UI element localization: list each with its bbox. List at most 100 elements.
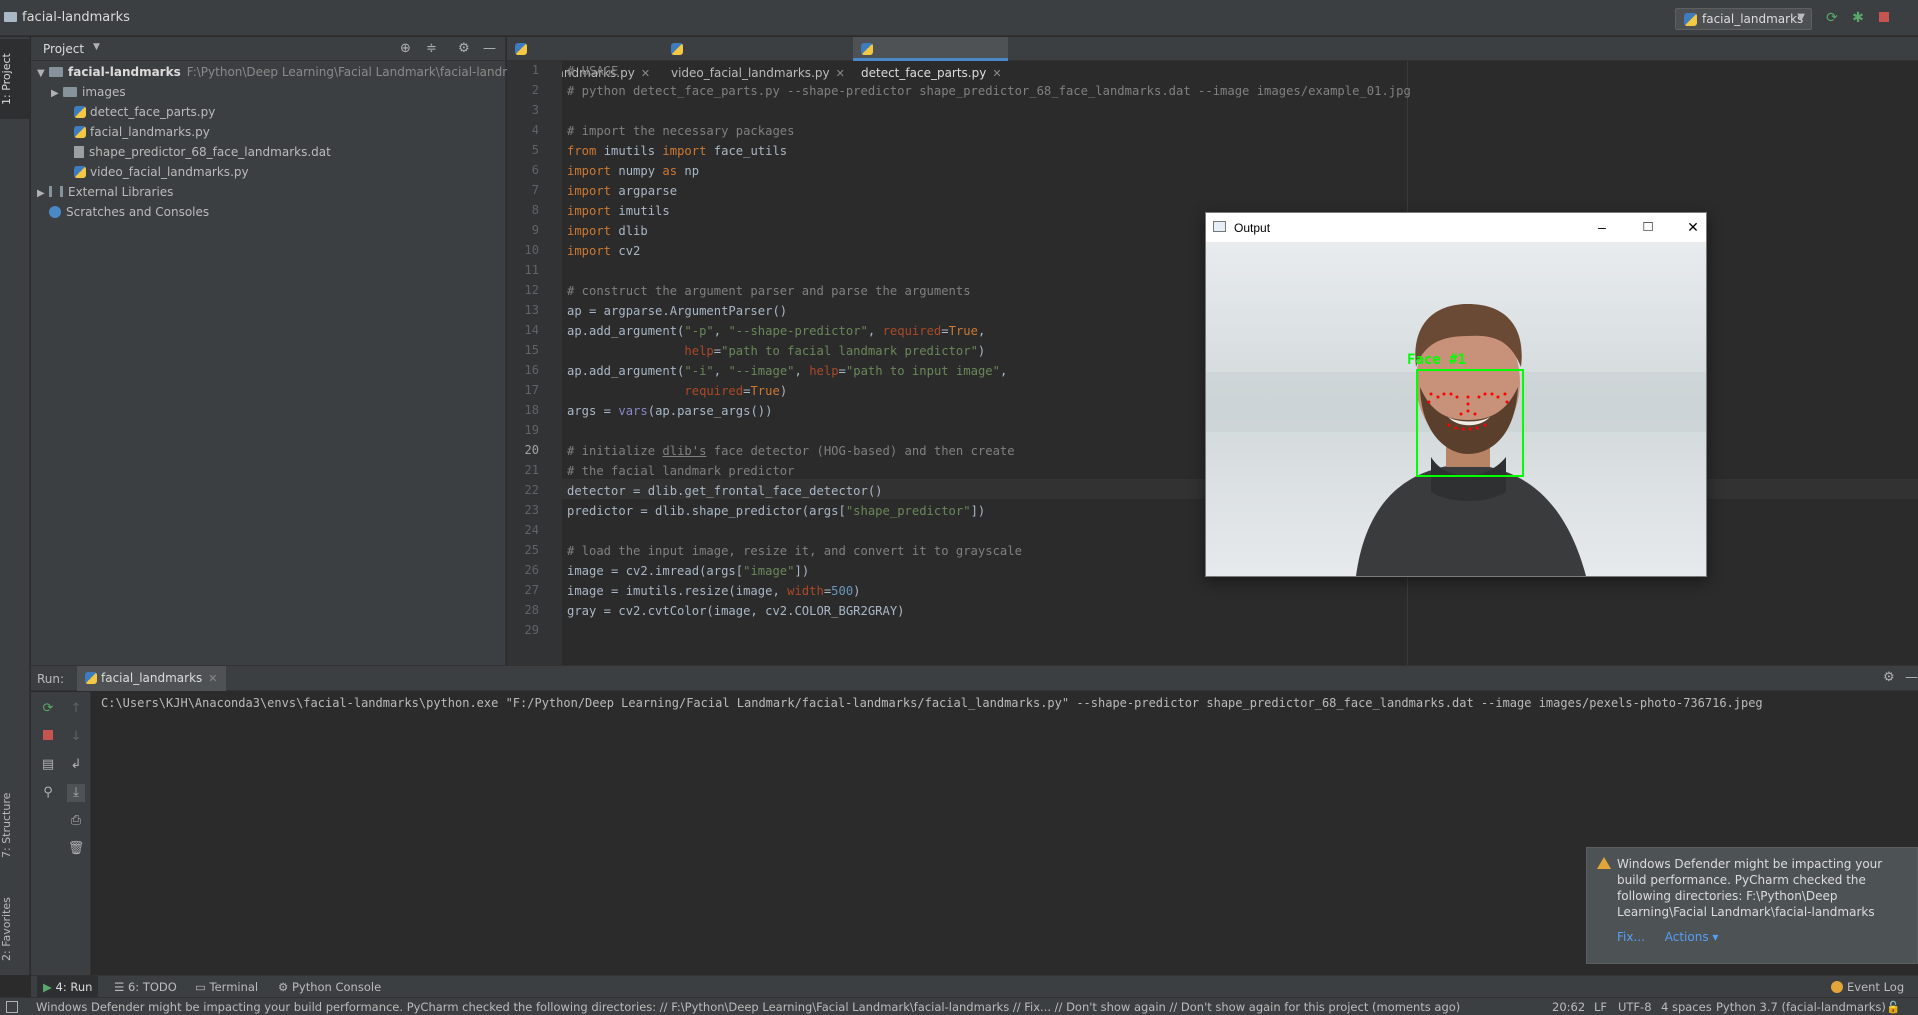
- line-number: 16: [524, 363, 539, 377]
- tree-label: facial_landmarks.py: [90, 125, 210, 139]
- tree-item-scratches[interactable]: Scratches and Consoles: [49, 202, 209, 222]
- line-number: 18: [524, 403, 539, 417]
- line-number: 14: [524, 323, 539, 337]
- close-button[interactable]: ✕: [1678, 216, 1708, 238]
- tree-item-project-root[interactable]: ▼ facial-landmarks F:\Python\Deep Learning…: [37, 62, 539, 82]
- output-window[interactable]: Output – □ ✕ Face #1: [1205, 212, 1707, 577]
- rerun-icon[interactable]: ⟳: [39, 700, 57, 718]
- tab-terminal[interactable]: ▭ Terminal: [195, 976, 258, 998]
- tree-item-facial-landmarks[interactable]: facial_landmarks.py: [74, 122, 210, 142]
- tab-terminal-label: Terminal: [209, 980, 259, 994]
- code-line: args = vars(ap.parse_args()): [567, 404, 773, 418]
- tab-python-console[interactable]: ⚙ Python Console: [278, 976, 381, 998]
- tree-item-shape-predictor[interactable]: shape_predictor_68_face_landmarks.dat: [74, 142, 331, 162]
- debug-icon[interactable]: ✱: [1850, 10, 1866, 26]
- stop-button[interactable]: [1876, 10, 1892, 26]
- gear-icon[interactable]: ⚙: [1883, 670, 1895, 685]
- code-line: # load the input image, resize it, and c…: [567, 544, 1022, 558]
- tab-event-log[interactable]: Event Log: [1831, 976, 1904, 998]
- line-number: 20: [524, 443, 539, 457]
- tree-label: images: [82, 85, 126, 99]
- line-number: 25: [524, 543, 539, 557]
- code-line: import argparse: [567, 184, 678, 198]
- face-photo: Face #1: [1206, 242, 1706, 576]
- tree-label: External Libraries: [68, 185, 174, 199]
- line-number: 5: [531, 143, 539, 157]
- console-output[interactable]: C:\Users\KJH\Anaconda3\envs\facial-landm…: [101, 696, 1763, 710]
- minimize-button[interactable]: –: [1587, 216, 1617, 238]
- python-interpreter[interactable]: Python 3.7 (facial-landmarks): [1716, 999, 1886, 1015]
- windows-defender-notification[interactable]: Windows Defender might be impacting your…: [1586, 847, 1918, 964]
- indent-setting[interactable]: 4 spaces: [1661, 999, 1712, 1015]
- chevron-down-icon[interactable]: ▼: [37, 64, 49, 84]
- tab-detect-face-parts[interactable]: detect_face_parts.py ✕: [853, 37, 1008, 80]
- run-configuration-select[interactable]: facial_landmarks ▼: [1675, 8, 1812, 30]
- arrow-down-icon[interactable]: ↓: [67, 728, 85, 746]
- code-line: # construct the argument parser and pars…: [567, 284, 971, 298]
- chevron-right-icon[interactable]: ▶: [37, 184, 49, 204]
- code-line: ap = argparse.ArgumentParser(): [567, 304, 788, 318]
- code-line: ap.add_argument("-p", "--shape-predictor…: [567, 324, 986, 338]
- hide-icon[interactable]: —: [483, 41, 496, 56]
- line-number: 12: [524, 283, 539, 297]
- code-line: ap.add_argument("-i", "--image", help="p…: [567, 364, 1008, 378]
- line-number: 27: [524, 583, 539, 597]
- run-config-label: facial_landmarks: [1702, 12, 1804, 26]
- chevron-down-icon[interactable]: ▼: [93, 42, 100, 52]
- structure-tool-tab[interactable]: 7: Structure: [0, 785, 30, 865]
- code-line: from imutils import face_utils: [567, 144, 788, 158]
- pin-icon[interactable]: ⚲: [39, 784, 57, 802]
- locate-icon[interactable]: ⊕: [400, 41, 411, 56]
- print-icon[interactable]: ⎙: [67, 812, 85, 830]
- fix-link[interactable]: Fix...: [1617, 930, 1645, 944]
- tree-path-hint: F:\Python\Deep Learning\Facial Landmark\…: [186, 65, 540, 79]
- folder-icon: [49, 67, 63, 77]
- collapse-all-icon[interactable]: ≑: [426, 41, 437, 56]
- project-breadcrumb[interactable]: facial-landmarks: [22, 10, 130, 25]
- scroll-to-end-icon[interactable]: ⤓: [67, 784, 85, 802]
- project-view-select[interactable]: Project: [43, 42, 84, 56]
- line-number: 2: [531, 83, 539, 97]
- caret-position[interactable]: 20:62: [1552, 999, 1585, 1015]
- code-line: # the facial landmark predictor: [567, 464, 795, 478]
- file-encoding[interactable]: UTF-8: [1618, 999, 1652, 1015]
- tab-video-facial-landmarks[interactable]: video_facial_landmarks.py ✕: [663, 37, 853, 80]
- actions-link[interactable]: Actions ▾: [1665, 930, 1719, 944]
- chevron-right-icon[interactable]: ▶: [51, 84, 63, 104]
- code-line: detector = dlib.get_frontal_face_detecto…: [567, 484, 883, 498]
- maximize-button[interactable]: □: [1633, 216, 1663, 238]
- close-icon[interactable]: ✕: [208, 672, 217, 685]
- favorites-tool-tab[interactable]: 2: Favorites: [0, 889, 30, 969]
- project-tool-tab[interactable]: 1: Project: [0, 39, 30, 119]
- toggle-tool-windows-icon[interactable]: [6, 1001, 18, 1013]
- tree-item-external-libraries[interactable]: ▶ External Libraries: [37, 182, 173, 202]
- tab-run[interactable]: ▶ 4: Run: [37, 976, 99, 998]
- status-message[interactable]: Windows Defender might be impacting your…: [36, 999, 1460, 1015]
- gear-icon[interactable]: ⚙: [458, 41, 470, 56]
- python-icon: [1684, 13, 1697, 26]
- rerun-icon[interactable]: ⟳: [1824, 10, 1840, 26]
- trash-icon[interactable]: 🗑: [67, 840, 85, 858]
- code-line: predictor = dlib.shape_predictor(args["s…: [567, 504, 986, 518]
- library-icon: [49, 186, 63, 197]
- list-icon: ☰: [114, 980, 128, 994]
- line-separator[interactable]: LF: [1594, 999, 1607, 1015]
- window-icon: [1213, 221, 1226, 232]
- hide-icon[interactable]: —: [1905, 670, 1918, 685]
- tab-todo[interactable]: ☰ 6: TODO: [114, 976, 177, 998]
- layout-icon[interactable]: ▤: [39, 756, 57, 774]
- tree-item-video-facial-landmarks[interactable]: video_facial_landmarks.py: [74, 162, 249, 182]
- arrow-up-icon[interactable]: ↑: [67, 700, 85, 718]
- tab-facial-landmarks[interactable]: facial_landmarks.py ✕: [507, 37, 663, 80]
- line-number: 4: [531, 123, 539, 137]
- run-tab-facial-landmarks[interactable]: facial_landmarks ✕: [77, 666, 226, 691]
- output-window-titlebar[interactable]: Output – □ ✕: [1206, 213, 1706, 242]
- code-line: help="path to facial landmark predictor"…: [684, 344, 986, 358]
- tab-python-console-label: Python Console: [291, 980, 382, 994]
- tree-item-images[interactable]: ▶ images: [51, 82, 126, 102]
- soft-wrap-icon[interactable]: ↲: [67, 756, 85, 774]
- lock-icon[interactable]: 🔓: [1886, 999, 1900, 1015]
- stop-icon[interactable]: [39, 728, 57, 746]
- code-line: gray = cv2.cvtColor(image, cv2.COLOR_BGR…: [567, 604, 905, 618]
- tree-item-detect-face-parts[interactable]: detect_face_parts.py: [74, 102, 215, 122]
